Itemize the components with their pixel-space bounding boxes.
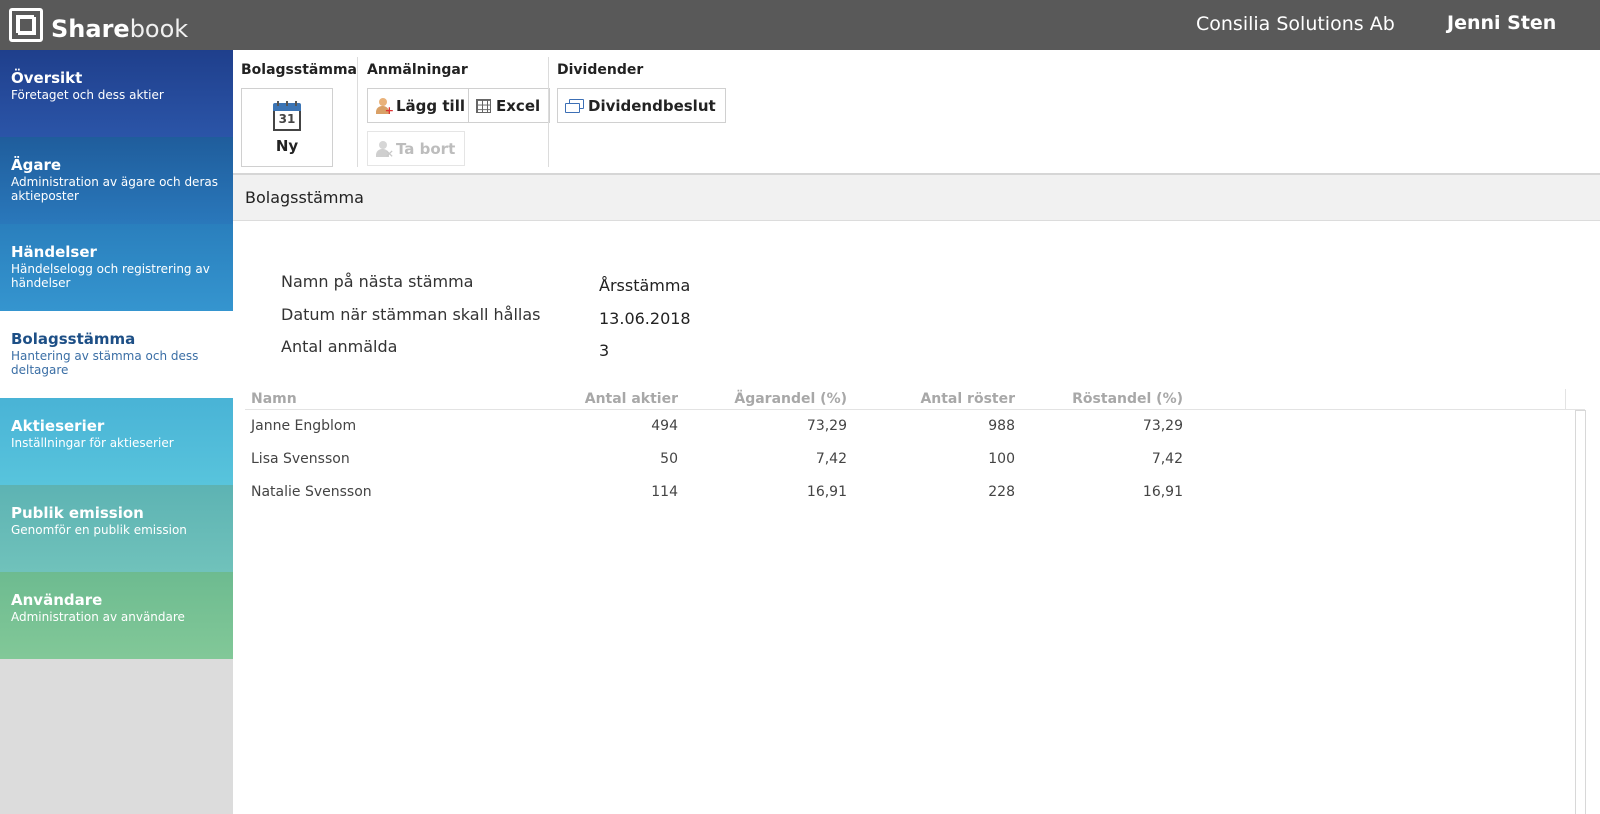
sidebar: Översikt Företaget och dess aktier Ägare…	[0, 50, 233, 814]
info-label-registered-count: Antal anmälda	[281, 337, 398, 356]
dividend-decision-button[interactable]: Dividendbeslut	[557, 88, 726, 123]
sidebar-item-subtitle: Genomför en publik emission	[11, 523, 187, 537]
cell-votes: 100	[988, 451, 1015, 467]
section-header: Bolagsstämma	[233, 175, 1600, 221]
sidebar-item-subtitle: Inställningar för aktieserier	[11, 436, 174, 450]
sidebar-item-subtitle: Administration av användare	[11, 610, 185, 624]
brand-bold: Share	[51, 15, 130, 43]
add-registration-label: Lägg till	[396, 96, 465, 115]
toolbar-group-anmalningar: Anmälningar + Lägg till Excel × Ta bort	[359, 50, 551, 170]
sidebar-item-oversikt[interactable]: Översikt Företaget och dess aktier	[0, 50, 233, 137]
sidebar-item-title: Översikt	[11, 69, 83, 87]
sidebar-item-title: Händelser	[11, 243, 97, 261]
info-label-meeting-name: Namn på nästa stämma	[281, 272, 474, 291]
excel-export-button[interactable]: Excel	[468, 88, 551, 123]
add-person-icon: +	[375, 97, 394, 116]
info-value-meeting-date: 13.06.2018	[599, 309, 691, 328]
table-header-divider	[1565, 389, 1566, 410]
remove-registration-label: Ta bort	[396, 139, 456, 158]
sidebar-item-aktieserier[interactable]: Aktieserier Inställningar för aktieserie…	[0, 398, 233, 485]
info-value-meeting-name: Årsstämma	[599, 276, 691, 295]
logo-text: Sharebook	[51, 15, 188, 43]
cell-vote-share: 7,42	[1151, 451, 1183, 467]
cell-shares: 114	[651, 484, 678, 500]
info-value-registered-count: 3	[599, 341, 610, 360]
sidebar-item-title: Aktieserier	[11, 417, 105, 435]
sidebar-item-subtitle: Händelselogg och registrering av händels…	[11, 262, 210, 290]
sidebar-item-bolagsstamma[interactable]: Bolagsstämma Hantering av stämma och des…	[0, 311, 233, 398]
cell-votes: 228	[988, 484, 1015, 500]
table-scrollbar[interactable]	[1575, 410, 1586, 814]
toolbar-group-title: Anmälningar	[367, 62, 468, 78]
add-registration-button[interactable]: + Lägg till	[367, 88, 475, 123]
cell-vote-share: 73,29	[1142, 418, 1183, 434]
sidebar-item-publik-emission[interactable]: Publik emission Genomför en publik emiss…	[0, 485, 233, 572]
remove-registration-button[interactable]: × Ta bort	[367, 131, 466, 166]
table-row[interactable]: Natalie Svensson 114 16,91 228 16,91	[245, 476, 1185, 509]
sidebar-item-anvandare[interactable]: Användare Administration av användare	[0, 572, 233, 659]
remove-person-icon: ×	[375, 140, 394, 159]
cell-name: Lisa Svensson	[251, 451, 350, 467]
sidebar-item-handelser[interactable]: Händelser Händelselogg och registrering …	[0, 224, 233, 311]
toolbar-group-title: Bolagsstämma	[241, 62, 357, 78]
calendar-icon-text: 31	[273, 110, 301, 131]
toolbar-group-bolagsstamma: Bolagsstämma 31 Ny	[233, 50, 357, 170]
new-meeting-label: Ny	[275, 136, 299, 155]
column-header-antal-aktier[interactable]: Antal aktier	[585, 391, 678, 407]
calendar-icon: 31	[273, 100, 301, 131]
sidebar-item-subtitle: Administration av ägare och deras aktiep…	[11, 175, 218, 203]
cell-name: Janne Engblom	[251, 418, 357, 434]
company-name[interactable]: Consilia Solutions Ab	[1196, 13, 1395, 35]
sidebar-item-agare[interactable]: Ägare Administration av ägare och deras …	[0, 137, 233, 224]
user-name[interactable]: Jenni Sten	[1447, 12, 1556, 34]
sidebar-item-title: Användare	[11, 591, 103, 609]
cell-ownership: 7,42	[815, 451, 847, 467]
sidebar-item-title: Ägare	[11, 156, 62, 174]
column-header-rostandel[interactable]: Röstandel (%)	[1072, 391, 1183, 407]
cell-vote-share: 16,91	[1142, 484, 1183, 500]
toolbar: Bolagsstämma 31 Ny Anmälningar + Lägg ti…	[233, 50, 1600, 175]
sidebar-item-title: Bolagsstämma	[11, 330, 136, 348]
table-row[interactable]: Janne Engblom 494 73,29 988 73,29	[245, 410, 1185, 443]
sidebar-item-subtitle: Hantering av stämma och dess deltagare	[11, 349, 199, 377]
column-header-namn[interactable]: Namn	[251, 391, 297, 407]
excel-grid-icon	[476, 98, 491, 113]
logo-mark-icon	[9, 8, 43, 42]
table-header: Namn Antal aktier Ägarandel (%) Antal rö…	[245, 388, 1585, 410]
info-label-meeting-date: Datum när stämman skall hållas	[281, 305, 541, 324]
sidebar-item-title: Publik emission	[11, 504, 144, 522]
sharebook-logo[interactable]: Sharebook	[9, 7, 188, 43]
column-header-antal-roster[interactable]: Antal röster	[920, 391, 1015, 407]
cell-votes: 988	[988, 418, 1015, 434]
new-meeting-button[interactable]: 31 Ny	[241, 88, 333, 167]
section-title: Bolagsstämma	[245, 188, 364, 207]
cell-shares: 494	[651, 418, 678, 434]
table-row[interactable]: Lisa Svensson 50 7,42 100 7,42	[245, 443, 1185, 476]
dividend-decision-label: Dividendbeslut	[588, 96, 716, 115]
brand-light: book	[129, 15, 189, 43]
toolbar-group-dividender: Dividender Dividendbeslut	[549, 50, 726, 170]
cell-ownership: 73,29	[806, 418, 847, 434]
money-icon	[565, 99, 584, 113]
column-header-agarandel[interactable]: Ägarandel (%)	[734, 391, 847, 407]
cell-ownership: 16,91	[806, 484, 847, 500]
toolbar-group-title: Dividender	[557, 62, 644, 78]
sidebar-item-subtitle: Företaget och dess aktier	[11, 88, 164, 102]
top-bar: Sharebook Consilia Solutions Ab Jenni St…	[0, 0, 1600, 50]
excel-export-label: Excel	[496, 96, 541, 115]
cell-name: Natalie Svensson	[251, 484, 372, 500]
cell-shares: 50	[660, 451, 678, 467]
toolbar-separator	[357, 57, 358, 167]
